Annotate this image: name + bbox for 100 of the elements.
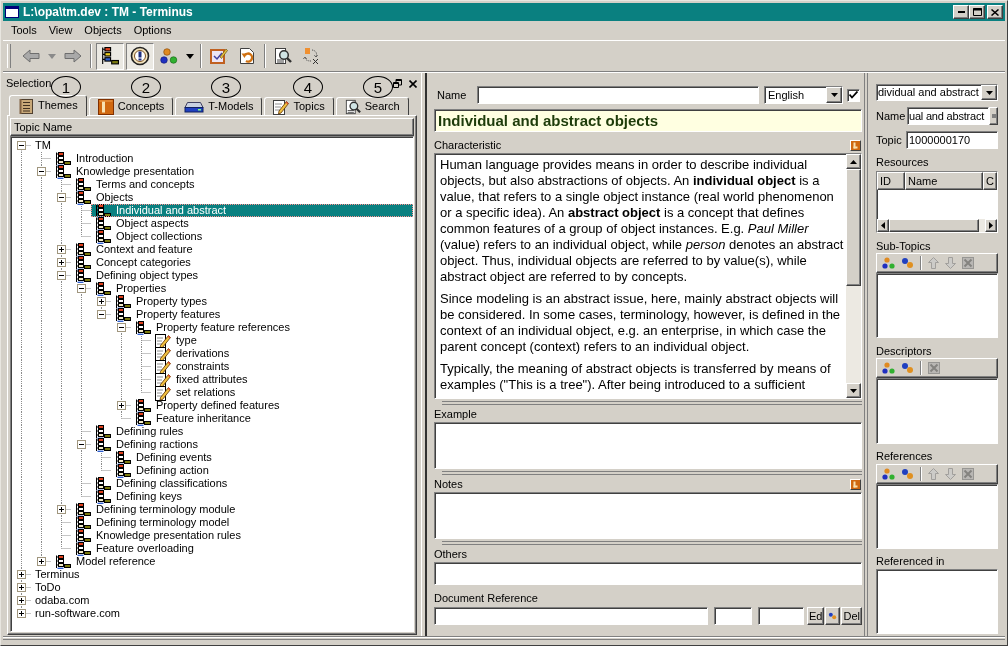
tree-item[interactable]: Defining rules	[91, 425, 187, 438]
memo-field[interactable]	[434, 422, 862, 469]
tree-item[interactable]: TM	[31, 139, 54, 152]
language-dropdown[interactable]: English	[764, 86, 843, 104]
tree-item[interactable]: Defining ractions	[91, 438, 201, 451]
collapse-icon[interactable]	[57, 271, 66, 280]
tree-item[interactable]: Terms and concepts	[71, 178, 198, 191]
close-icon[interactable]	[409, 79, 417, 88]
tree-item[interactable]: ToDo	[31, 581, 64, 594]
tree-item[interactable]: Feature overloading	[71, 542, 197, 555]
scrollbar-thumb[interactable]	[889, 219, 979, 232]
toolbar-grip[interactable]	[7, 44, 11, 68]
collapse-icon[interactable]	[117, 323, 126, 332]
dropdown-arrow-button[interactable]	[826, 87, 842, 103]
maximize-button[interactable]	[969, 5, 985, 19]
input-field[interactable]	[434, 607, 708, 625]
column-header[interactable]: C	[983, 172, 997, 190]
input-field[interactable]	[758, 607, 804, 625]
tree-item[interactable]: Properties	[91, 282, 170, 295]
collapse-icon[interactable]	[17, 141, 26, 150]
scrollbar-thumb[interactable]	[846, 169, 861, 286]
tree-item[interactable]: Defining events	[111, 451, 215, 464]
expand-icon[interactable]	[37, 557, 46, 566]
tab[interactable]: Search	[335, 97, 409, 115]
scroll-down-button[interactable]	[846, 383, 861, 398]
tree-item[interactable]: run-software.com	[31, 607, 123, 620]
expand-icon[interactable]	[17, 570, 26, 579]
link-button[interactable]	[825, 607, 841, 625]
tile-button[interactable]	[850, 478, 861, 490]
tree-item[interactable]: odaba.com	[31, 594, 93, 607]
tree-item[interactable]: Defining object types	[71, 269, 202, 282]
tree-item[interactable]: Individual and abstract	[91, 204, 413, 217]
tree-item[interactable]: Property feature references	[131, 321, 293, 334]
tree-view-button[interactable]	[96, 42, 124, 70]
close-button[interactable]	[987, 5, 1003, 19]
column-header[interactable]: ID	[877, 172, 905, 190]
menu-item[interactable]: View	[42, 24, 79, 37]
tree-view[interactable]	[10, 136, 414, 632]
tree-item[interactable]: Defining keys	[91, 490, 186, 503]
collapse-icon[interactable]	[37, 167, 46, 176]
name-field[interactable]: ual and abstract	[907, 107, 989, 125]
expand-icon[interactable]	[57, 258, 66, 267]
tree-item[interactable]: set relations	[151, 386, 239, 399]
tree-item[interactable]: Defining terminology module	[71, 503, 239, 516]
collapse-icon[interactable]	[77, 440, 86, 449]
topic-field[interactable]: 1000000170	[906, 131, 998, 149]
linked-nodes-icon[interactable]	[901, 467, 914, 480]
small-button[interactable]: Del	[841, 607, 862, 625]
tile-button[interactable]	[850, 139, 861, 151]
tree-item[interactable]: Defining action	[111, 464, 212, 477]
checkbox[interactable]	[847, 88, 860, 102]
column-header[interactable]: Topic Name	[10, 118, 414, 136]
scroll-right-button[interactable]	[985, 219, 997, 232]
small-button[interactable]	[989, 107, 998, 125]
collapse-icon[interactable]	[97, 310, 106, 319]
list-box[interactable]	[876, 273, 998, 339]
nodes-icon[interactable]	[882, 362, 895, 375]
rich-text-field[interactable]	[434, 153, 862, 399]
menu-item[interactable]: Tools	[5, 24, 43, 37]
tree-item[interactable]: Property types	[111, 295, 210, 308]
scrollbar[interactable]	[877, 219, 997, 232]
nodes-icon[interactable]	[882, 467, 895, 480]
expand-icon[interactable]	[57, 245, 66, 254]
menu-item[interactable]: Options	[127, 24, 178, 37]
tree-item[interactable]: Object aspects	[91, 217, 192, 230]
topic-dropdown[interactable]: dividual and abstract	[876, 84, 998, 101]
expand-icon[interactable]	[17, 596, 26, 605]
list-box[interactable]	[876, 568, 998, 634]
resources-table[interactable]: ID Name C	[876, 171, 998, 233]
tree-item[interactable]: Model reference	[51, 555, 159, 568]
expand-icon[interactable]	[57, 505, 66, 514]
minimize-button[interactable]	[953, 5, 969, 19]
restore-icon[interactable]	[393, 79, 402, 88]
menu-item[interactable]: Objects	[78, 24, 128, 37]
scrollbar[interactable]	[846, 154, 861, 398]
tab[interactable]: T-Models	[175, 97, 263, 115]
scroll-up-button[interactable]	[846, 154, 861, 169]
memo-field[interactable]	[434, 492, 862, 539]
expand-icon[interactable]	[117, 401, 126, 410]
tree-item[interactable]: Terminus	[31, 568, 83, 581]
concept-view-button[interactable]	[126, 42, 154, 70]
linked-nodes-icon[interactable]	[901, 362, 914, 375]
tree-item[interactable]: Defining terminology model	[71, 516, 233, 529]
tree-item[interactable]: Concept categories	[71, 256, 194, 269]
tree-item[interactable]: Property defined features	[131, 399, 283, 412]
nodes-icon[interactable]	[882, 257, 895, 269]
tree-item[interactable]: Property features	[111, 308, 224, 321]
small-button[interactable]: Ed	[807, 607, 825, 625]
tree-item[interactable]: Knowledge presentation	[51, 165, 198, 178]
tree-item[interactable]: Objects	[71, 191, 137, 204]
input-field[interactable]	[714, 607, 752, 625]
expand-icon[interactable]	[17, 583, 26, 592]
tree-item[interactable]: Introduction	[51, 152, 137, 165]
dropdown-arrow-button[interactable]	[981, 85, 997, 100]
collapse-icon[interactable]	[57, 193, 66, 202]
column-header[interactable]: Name	[905, 172, 983, 190]
tab[interactable]: Concepts	[88, 97, 174, 115]
expand-icon[interactable]	[17, 609, 26, 618]
tab[interactable]: Themes	[9, 95, 87, 116]
name-field[interactable]	[477, 86, 759, 104]
